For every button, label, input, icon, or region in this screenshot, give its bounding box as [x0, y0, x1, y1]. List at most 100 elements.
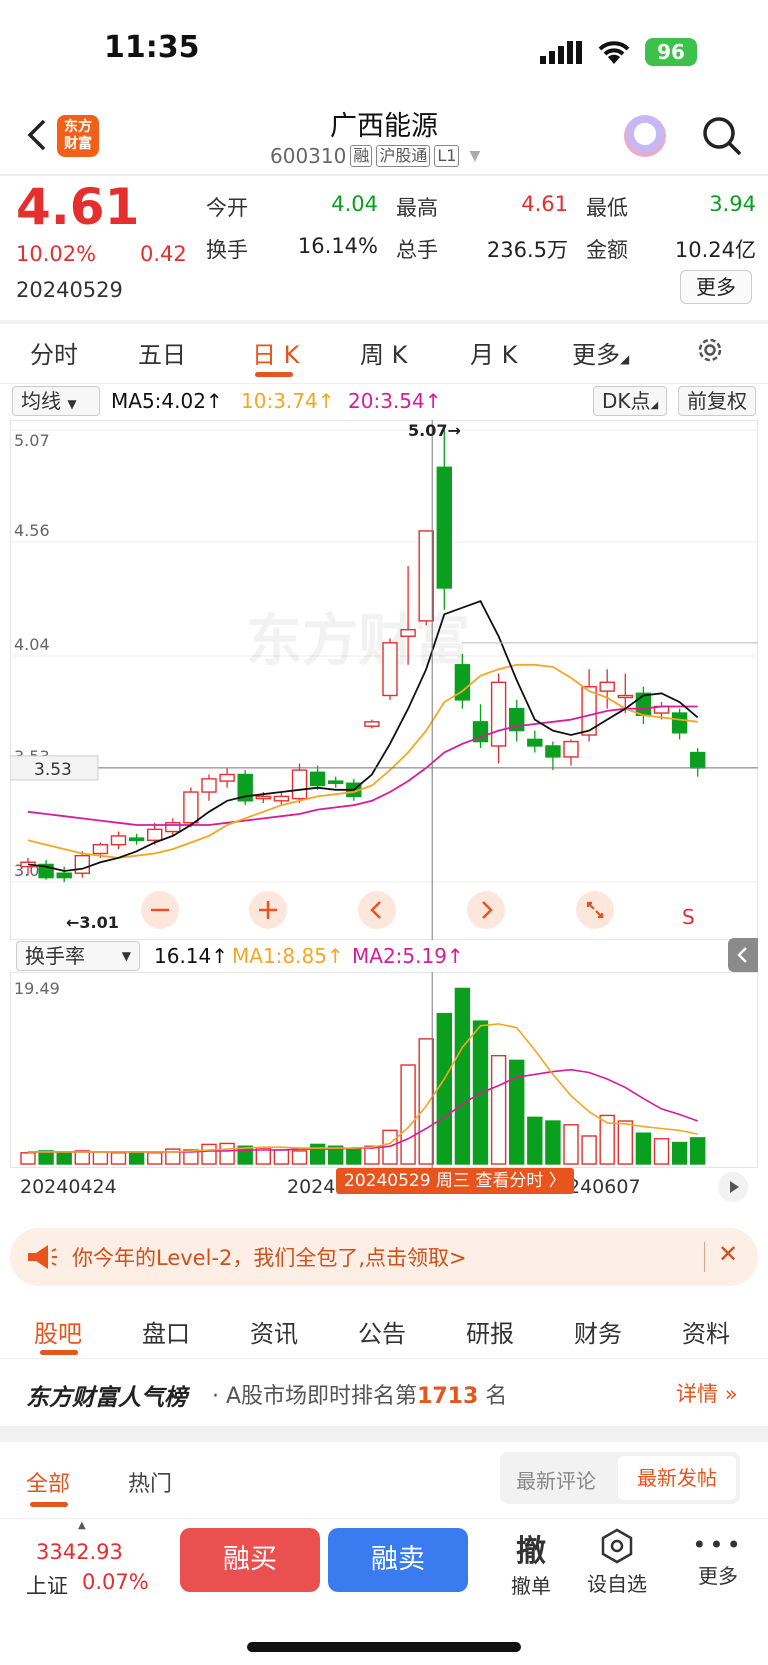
wifi-icon [596, 38, 632, 70]
candle-body [309, 771, 326, 787]
high-label: 最高 [396, 196, 438, 220]
turnover-bar [219, 1142, 235, 1165]
candle-body [436, 466, 452, 589]
turnover-label: 换手 [206, 238, 248, 262]
crosshair-price-label: 3.53 [34, 760, 72, 780]
turnover-bar [400, 1064, 416, 1165]
sort-toggle: 最新评论 最新发帖 [500, 1452, 740, 1504]
dk-point-select[interactable]: DK点◢ [593, 386, 668, 416]
caret-down-icon[interactable]: ▼ [469, 148, 480, 164]
assistant-robot-icon[interactable] [624, 115, 666, 157]
candle-body [291, 769, 308, 800]
candle-body [617, 694, 633, 699]
candle-body [110, 835, 127, 846]
volume-label: 总手 [396, 238, 438, 262]
candle-body [146, 828, 163, 842]
zoom-in-button[interactable] [248, 890, 288, 934]
turnover-bar [436, 1012, 452, 1165]
more-menu-button[interactable]: ••• 更多 [680, 1530, 756, 1589]
candle-body [255, 795, 272, 800]
zoom-out-button[interactable] [140, 890, 180, 934]
popularity-brand: 东方财富人气榜 [26, 1385, 187, 1411]
tab-five-day[interactable]: 五日 [138, 335, 186, 370]
tab-orderbook[interactable]: 盘口 [142, 1314, 190, 1349]
tab-profile[interactable]: 资料 [682, 1314, 730, 1349]
tab-research[interactable]: 研报 [466, 1314, 514, 1349]
turnover-bar [563, 1124, 579, 1165]
sort-latest-post[interactable]: 最新发帖 [618, 1456, 736, 1500]
scroll-left-button[interactable] [357, 890, 397, 934]
ma10-line [27, 663, 698, 859]
rank-row[interactable]: · A股市场即时排名第1713 名 [212, 1378, 507, 1410]
date-start: 20240424 [20, 1176, 117, 1198]
cancel-order-button[interactable]: 撤 撤单 [496, 1526, 566, 1599]
settings-gear-icon[interactable] [694, 334, 726, 370]
margin-buy-button[interactable]: 融买 [180, 1528, 320, 1592]
turnover-value: 16.14% [297, 234, 378, 258]
battery-indicator: 96 [645, 38, 697, 66]
low-value: 3.94 [709, 192, 756, 216]
turnover-bar [635, 1132, 652, 1165]
turnover-chart[interactable]: 19.49 [10, 972, 758, 1168]
add-watchlist-button[interactable]: 设自选 [582, 1528, 652, 1597]
divider [0, 1518, 768, 1519]
tab-announcement[interactable]: 公告 [358, 1314, 406, 1349]
fullscreen-button[interactable] [575, 890, 615, 934]
tab-weekly-k[interactable]: 周 K [360, 335, 407, 370]
amount-value: 10.24亿 [674, 238, 756, 262]
quote-more-button[interactable]: 更多 [680, 270, 752, 304]
candle-body [128, 837, 145, 842]
open-label: 今开 [206, 196, 248, 220]
index-value[interactable]: 3342.93 [36, 1540, 123, 1564]
candle-body [328, 780, 344, 784]
candle-body [382, 642, 398, 697]
sort-latest-comment[interactable]: 最新评论 [516, 1465, 596, 1494]
date-end: 240607 [568, 1176, 641, 1198]
ma5-value: MA5:4.02↑ [111, 389, 223, 413]
tab-more[interactable]: 更多◢ [572, 335, 629, 370]
date-mid: 2024 [287, 1176, 336, 1198]
sell-signal: S [682, 905, 695, 929]
divider [0, 1358, 768, 1359]
divider [0, 383, 768, 384]
tab-monthly-k[interactable]: 月 K [470, 335, 517, 370]
turnover-bar [671, 1141, 688, 1165]
candle-body [364, 721, 380, 727]
feed-tab-all[interactable]: 全部 [26, 1466, 70, 1498]
play-icon[interactable] [718, 1172, 748, 1202]
turnover-bar [146, 1152, 163, 1165]
collapse-panel-button[interactable] [728, 938, 758, 972]
price-adjust-select[interactable]: 前复权 [678, 386, 756, 416]
open-value: 4.04 [331, 192, 378, 216]
stock-code-row: 600310 融 沪股通 L1 ▼ [270, 144, 480, 168]
turnover-bar [92, 1151, 109, 1165]
promo-banner[interactable]: 你今年的Level-2，我们全包了,点击领取> ✕ [10, 1228, 758, 1286]
divider [704, 1242, 705, 1272]
amount-label: 金额 [586, 238, 628, 262]
close-icon[interactable]: ✕ [718, 1240, 738, 1268]
tab-finance[interactable]: 财务 [574, 1314, 622, 1349]
level-tag: L1 [434, 145, 460, 167]
change-value: 0.42 [140, 242, 187, 266]
signal-icon [540, 40, 584, 68]
candle-body [545, 745, 561, 758]
detail-link[interactable]: 详情 » [676, 1378, 738, 1408]
indicator-select[interactable]: 均线 ▼ [12, 386, 100, 416]
tab-intraday[interactable]: 分时 [30, 335, 78, 370]
date-tooltip[interactable]: 20240529 周三 查看分时 〉 [336, 1168, 574, 1194]
search-icon[interactable] [700, 114, 744, 158]
feed-tab-hot[interactable]: 热门 [128, 1466, 172, 1498]
turnover-ma2: MA2:5.19↑ [352, 944, 464, 968]
active-tab-underline [40, 1350, 78, 1355]
tab-news[interactable]: 资讯 [250, 1314, 298, 1349]
turnover-bar [110, 1152, 127, 1165]
scroll-right-button[interactable] [466, 890, 506, 934]
sub-indicator-select[interactable]: 换手率 ▼ [16, 941, 140, 971]
rank-number: 1713 [417, 1384, 479, 1409]
tab-daily-k[interactable]: 日 K [252, 335, 299, 370]
tab-guba[interactable]: 股吧 [34, 1314, 82, 1349]
turnover-rate-value: 16.14↑ [154, 944, 229, 968]
turnover-bar [418, 1038, 434, 1165]
margin-sell-button[interactable]: 融卖 [328, 1528, 468, 1592]
k-line-chart[interactable]: 5.074.564.043.533.01东方财富3.535.07→←3.01S [10, 420, 758, 940]
